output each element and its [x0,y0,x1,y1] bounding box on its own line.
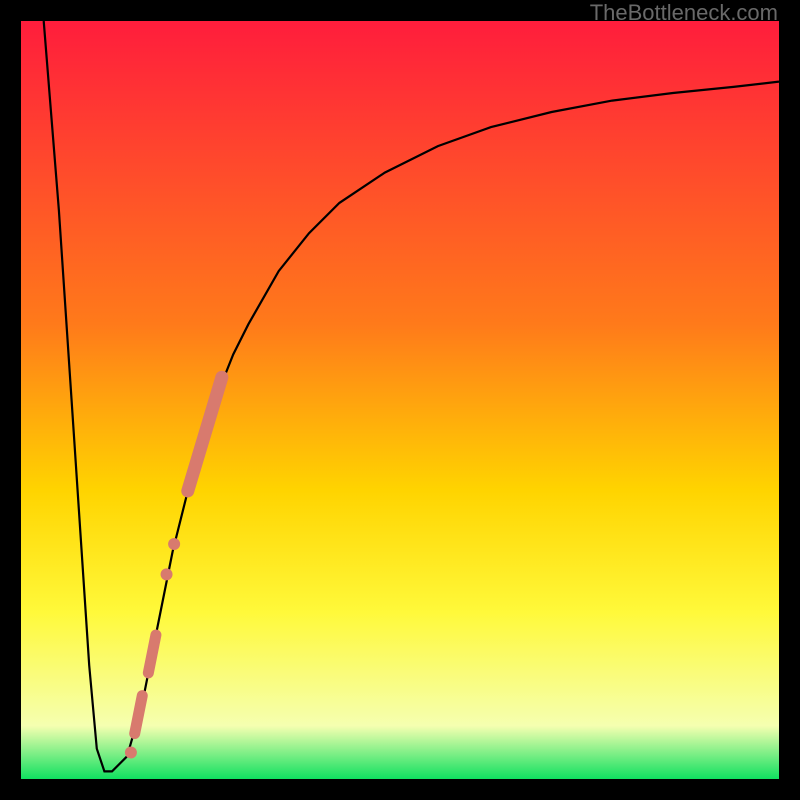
dot-bottom [125,746,137,758]
dot-1 [161,568,173,580]
chart-frame: TheBottleneck.com [0,0,800,800]
gradient-background [21,21,779,779]
watermark-text: TheBottleneck.com [590,0,778,26]
dot-2 [168,538,180,550]
plot-svg [21,21,779,779]
segment-short-a [148,635,156,673]
plot-area [21,21,779,779]
segment-short-b [135,696,143,734]
